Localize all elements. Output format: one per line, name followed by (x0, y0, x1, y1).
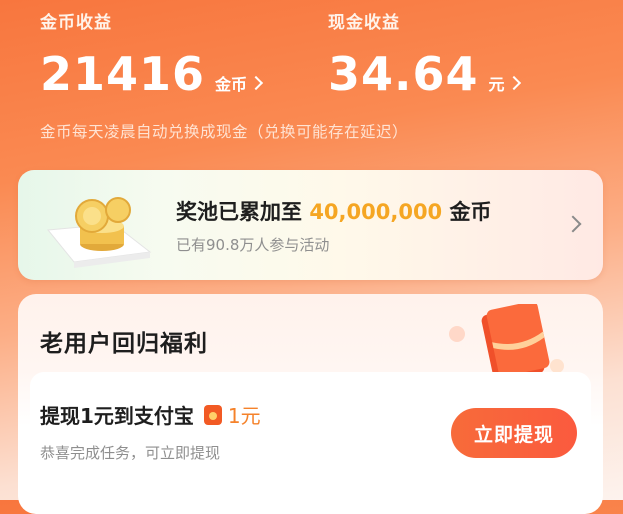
returning-user-title: 老用户回归福利 (40, 331, 208, 357)
cash-earnings-unit: 元 (488, 75, 505, 94)
prize-pool-suffix: 金币 (449, 200, 492, 224)
cash-earnings-link[interactable]: 34.64 元 (328, 47, 521, 101)
coin-earnings-unit: 金币 (215, 75, 248, 94)
exchange-note: 金币每天凌晨自动兑换成现金（兑换可能存在延迟） (40, 123, 409, 141)
chevron-right-icon (248, 75, 264, 91)
chevron-right-icon (506, 75, 521, 91)
coin-earnings-value: 21416 (40, 47, 206, 101)
prize-pool-prefix: 奖池已累加至 (176, 200, 302, 224)
coin-earnings-link[interactable]: 21416 金币 (40, 47, 264, 101)
coins-stack-icon (47, 197, 152, 268)
prize-pool-card[interactable]: 奖池已累加至 40,000,000 金币 已有90.8万人参与活动 (18, 170, 603, 280)
cash-earnings-label: 现金收益 (328, 13, 400, 33)
withdraw-task-subtitle: 恭喜完成任务，可立即提现 (40, 444, 221, 462)
earnings-header: 金币收益 21416 金币 现金收益 34.64 元 金币每天凌晨自动兑换成现金… (0, 0, 623, 160)
withdraw-task-title: 提现1元到支付宝 1元 (40, 400, 261, 429)
withdraw-task: 提现1元到支付宝 1元 恭喜完成任务，可立即提现 立即提现 (30, 372, 591, 498)
prize-pool-amount: 40,000,000 (309, 200, 443, 224)
withdraw-now-button[interactable]: 立即提现 (451, 408, 577, 458)
returning-user-card: 老用户回归福利 提现1元到支付宝 1元 恭喜完成任务，可立即提现 立即提现 (18, 294, 603, 514)
withdraw-task-label: 提现1元到支付宝 (40, 404, 194, 428)
coin-earnings: 金币收益 21416 金币 (40, 8, 264, 101)
coin-earnings-label: 金币收益 (40, 13, 112, 33)
withdraw-task-amount: 1元 (227, 404, 261, 428)
red-packet-icon (203, 404, 222, 425)
cash-earnings-value: 34.64 (328, 47, 479, 101)
prize-pool-title: 奖池已累加至 40,000,000 金币 (176, 196, 491, 226)
cash-earnings: 现金收益 34.64 元 (328, 8, 521, 101)
prize-pool-participants: 已有90.8万人参与活动 (176, 236, 330, 254)
chevron-right-icon (564, 215, 582, 233)
